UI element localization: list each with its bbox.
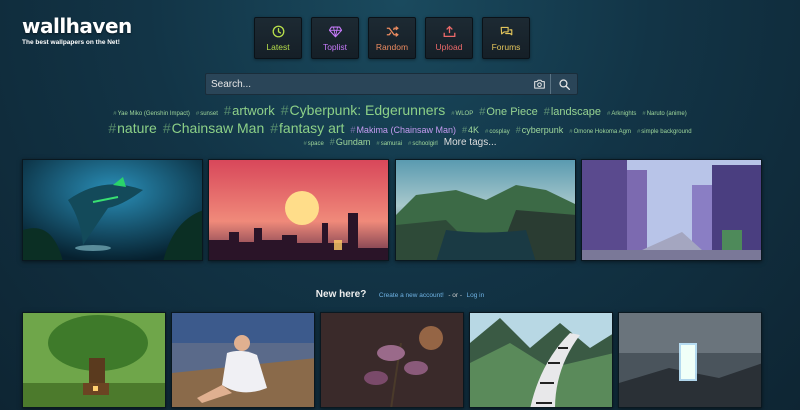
tag-label: Naruto (anime) — [646, 111, 687, 117]
tag-link[interactable]: #fantasy art — [270, 121, 344, 135]
wallpaper-image — [396, 160, 575, 260]
wallpaper-thumbnail[interactable] — [320, 312, 464, 408]
tag-label: cosplay — [489, 129, 510, 135]
logo-tagline: The best wallpapers on the Net! — [22, 39, 120, 46]
tag-label: schoolgirl — [412, 141, 438, 147]
tag-label: sunset — [200, 111, 218, 117]
diamond-icon — [328, 25, 342, 37]
tag-label: Makima (Chainsaw Man) — [356, 125, 456, 135]
tag-link[interactable]: #Gundam — [330, 138, 371, 147]
or-separator: - or - — [448, 292, 463, 299]
wallpaper-thumbnail[interactable] — [22, 312, 166, 408]
nav-upload-label: Upload — [435, 41, 463, 52]
wallpaper-image — [470, 313, 612, 407]
tag-label: cyberpunk — [521, 125, 564, 135]
tag-link[interactable]: #sunset — [196, 111, 218, 117]
tag-link[interactable]: #4K — [462, 126, 479, 135]
tag-link[interactable]: #simple background — [637, 129, 692, 135]
tag-link[interactable]: #nature — [108, 121, 157, 135]
nav-forums-label: Forums — [491, 41, 521, 52]
wallpaper-thumbnail[interactable] — [395, 159, 576, 261]
more-tags-link[interactable]: More tags... — [444, 138, 497, 148]
tag-link[interactable]: #One Piece — [479, 107, 538, 118]
tag-link[interactable]: #Arknights — [607, 111, 636, 117]
main-nav: Latest Toplist Random Upload Forums — [254, 17, 530, 59]
nav-toplist-button[interactable]: Toplist — [311, 17, 359, 59]
search-bar — [205, 73, 578, 95]
tag-link[interactable]: #cyberpunk — [516, 126, 564, 135]
site-logo[interactable]: wallhaven The best wallpapers on the Net… — [22, 14, 132, 46]
wallpaper-image — [582, 160, 761, 260]
nav-latest-label: Latest — [266, 41, 290, 52]
chat-icon — [500, 26, 512, 35]
wallpaper-thumbnail[interactable] — [581, 159, 762, 261]
tag-link[interactable]: #artwork — [224, 104, 275, 117]
tag-link[interactable]: #landscape — [544, 107, 601, 118]
wallpaper-image — [321, 313, 463, 407]
tag-row: #Yae Miko (Genshin Impact) #sunset #artw… — [90, 103, 710, 118]
nav-forums-button[interactable]: Forums — [482, 17, 530, 59]
tag-link[interactable]: #space — [303, 141, 323, 147]
search-button[interactable] — [551, 74, 577, 94]
popular-tags: #Yae Miko (Genshin Impact) #sunset #artw… — [90, 103, 710, 151]
tag-label: landscape — [550, 106, 601, 118]
tag-link[interactable]: #cosplay — [485, 129, 510, 135]
tag-link[interactable]: #Makima (Chainsaw Man) — [350, 126, 456, 135]
tag-label: Yae Miko (Genshin Impact) — [117, 111, 190, 117]
search-input[interactable] — [206, 78, 529, 90]
tag-label: Chainsaw Man — [171, 120, 265, 136]
tag-link[interactable]: #Yae Miko (Genshin Impact) — [113, 111, 190, 117]
tag-label: WLOP — [455, 111, 474, 117]
clock-icon — [272, 25, 284, 37]
tag-link[interactable]: #WLOP — [451, 111, 473, 117]
wallpaper-thumbnail[interactable] — [618, 312, 762, 408]
wallpaper-image — [23, 313, 165, 407]
logo-title: wallhaven — [22, 14, 132, 38]
tag-link[interactable]: #schoolgirl — [408, 141, 438, 147]
wallpaper-image — [172, 313, 314, 407]
camera-icon — [534, 79, 545, 89]
login-link[interactable]: Log in — [467, 292, 485, 299]
tag-label: space — [307, 141, 324, 147]
nav-latest-button[interactable]: Latest — [254, 17, 302, 59]
nav-random-button[interactable]: Random — [368, 17, 416, 59]
create-account-link[interactable]: Create a new account! — [379, 292, 444, 299]
upload-icon — [443, 25, 455, 37]
tag-label: Arknights — [611, 111, 637, 117]
wallpaper-thumbnail[interactable] — [171, 312, 315, 408]
camera-search-button[interactable] — [529, 74, 551, 94]
tag-link[interactable]: #Chainsaw Man — [163, 121, 264, 135]
tag-label: 4K — [467, 125, 479, 135]
tag-label: Cyberpunk: Edgerunners — [289, 102, 446, 118]
tag-label: fantasy art — [279, 120, 345, 136]
tag-label: samurai — [380, 141, 403, 147]
tag-link[interactable]: #Naruto (anime) — [642, 111, 686, 117]
nav-toplist-label: Toplist — [322, 41, 348, 52]
new-here-title: New here? — [315, 289, 367, 300]
shuffle-icon — [386, 25, 399, 37]
nav-random-label: Random — [375, 41, 409, 52]
tag-link[interactable]: #samurai — [376, 141, 402, 147]
wallpaper-thumbnail[interactable] — [469, 312, 613, 408]
tag-row: #space #Gundam #samurai #schoolgirl More… — [90, 138, 710, 148]
tag-label: Gundam — [335, 137, 371, 147]
tag-row: #nature #Chainsaw Man #fantasy art #Maki… — [90, 121, 710, 135]
tag-link[interactable]: #Cyberpunk: Edgerunners — [281, 103, 445, 117]
wallpaper-image — [23, 160, 202, 260]
new-here-bar: New here? Create a new account! - or - L… — [0, 284, 800, 302]
search-icon — [558, 78, 570, 90]
nav-upload-button[interactable]: Upload — [425, 17, 473, 59]
wallpaper-thumbnail[interactable] — [208, 159, 389, 261]
wallpaper-thumbnail[interactable] — [22, 159, 203, 261]
tag-label: nature — [117, 120, 157, 136]
tag-label: simple background — [641, 129, 692, 135]
tag-label: One Piece — [486, 106, 538, 118]
tag-label: artwork — [232, 103, 275, 118]
tag-link[interactable]: #Omone Hokoma Agm — [569, 129, 631, 135]
wallpaper-image — [209, 160, 388, 260]
tag-label: Omone Hokoma Agm — [573, 129, 631, 135]
wallpaper-image — [619, 313, 761, 407]
